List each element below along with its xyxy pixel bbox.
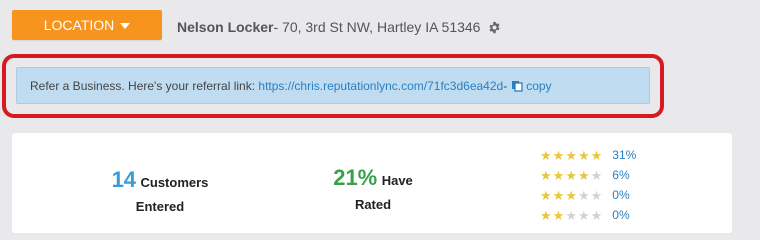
- copy-link[interactable]: copy: [526, 79, 551, 93]
- star-icon: ★: [540, 187, 552, 203]
- business-info: Nelson Locker - 70, 3rd St NW, Hartley I…: [177, 19, 501, 35]
- business-address: - 70, 3rd St NW, Hartley IA 51346: [273, 19, 481, 35]
- rating-percent[interactable]: 0%: [612, 208, 629, 222]
- referral-bar: Refer a Business. Here's your referral l…: [16, 67, 650, 104]
- star-icon: ★: [590, 147, 603, 163]
- star-icon: ★: [540, 167, 552, 183]
- star-icon: ★: [552, 167, 565, 183]
- star-icon: ★: [565, 147, 577, 163]
- star-rating: ★ ★ ★ ★ ★: [540, 209, 602, 222]
- star-icon: ★: [540, 207, 552, 223]
- rating-percent[interactable]: 6%: [612, 168, 629, 182]
- star-icon: ★: [590, 167, 603, 183]
- top-bar: LOCATION Nelson Locker - 70, 3rd St NW, …: [0, 0, 760, 48]
- star-rating: ★ ★ ★ ★ ★: [540, 169, 602, 182]
- customers-label-line2: Entered: [135, 199, 185, 214]
- rating-row: ★ ★ ★ ★ ★ 6%: [540, 165, 636, 185]
- star-icon: ★: [565, 167, 577, 183]
- star-icon: ★: [552, 147, 565, 163]
- referral-separator: -: [503, 78, 508, 93]
- star-icon: ★: [590, 187, 603, 203]
- star-icon: ★: [552, 187, 565, 203]
- star-icon: ★: [552, 207, 565, 223]
- star-icon: ★: [565, 207, 577, 223]
- business-name: Nelson Locker: [177, 19, 274, 35]
- customers-entered-stat: 14 Customers Entered: [90, 167, 230, 214]
- star-rating: ★ ★ ★ ★ ★: [540, 189, 602, 202]
- gear-icon[interactable]: [488, 21, 501, 34]
- rating-row: ★ ★ ★ ★ ★ 0%: [540, 185, 636, 205]
- star-icon: ★: [577, 167, 590, 183]
- star-icon: ★: [590, 207, 603, 223]
- rating-row: ★ ★ ★ ★ ★ 0%: [540, 205, 636, 225]
- rating-row: ★ ★ ★ ★ ★ 31%: [540, 145, 636, 165]
- rated-label: Have: [381, 173, 413, 188]
- star-icon: ★: [565, 187, 577, 203]
- customers-label: Customers: [140, 175, 209, 190]
- star-icon: ★: [540, 147, 552, 163]
- stats-card: 14 Customers Entered 21% Have Rated ★ ★ ★ ★…: [12, 133, 732, 233]
- rating-percent[interactable]: 31%: [612, 148, 636, 162]
- rating-breakdown: ★ ★ ★ ★ ★ 31% ★ ★ ★ ★ ★ 6% ★ ★ ★ ★ ★ 0% ★ ★ ★ ★ ★ 0%: [540, 145, 636, 225]
- star-icon: ★: [577, 187, 590, 203]
- rated-percent: 21%: [333, 165, 378, 190]
- customers-count: 14: [111, 167, 137, 192]
- location-button-label: LOCATION: [43, 17, 115, 33]
- referral-highlight-box: Refer a Business. Here's your referral l…: [2, 54, 664, 118]
- rating-percent[interactable]: 0%: [612, 188, 629, 202]
- location-dropdown-button[interactable]: LOCATION: [12, 10, 162, 40]
- copy-icon[interactable]: [511, 80, 523, 92]
- referral-text: Refer a Business. Here's your referral l…: [30, 78, 256, 93]
- referral-link[interactable]: https://chris.reputationlync.com/71fc3d6…: [258, 79, 503, 93]
- star-rating: ★ ★ ★ ★ ★: [540, 149, 602, 162]
- chevron-down-icon: [120, 23, 131, 29]
- have-rated-stat: 21% Have Rated: [318, 165, 428, 212]
- star-icon: ★: [577, 207, 590, 223]
- star-icon: ★: [577, 147, 590, 163]
- rated-label-line2: Rated: [354, 197, 392, 212]
